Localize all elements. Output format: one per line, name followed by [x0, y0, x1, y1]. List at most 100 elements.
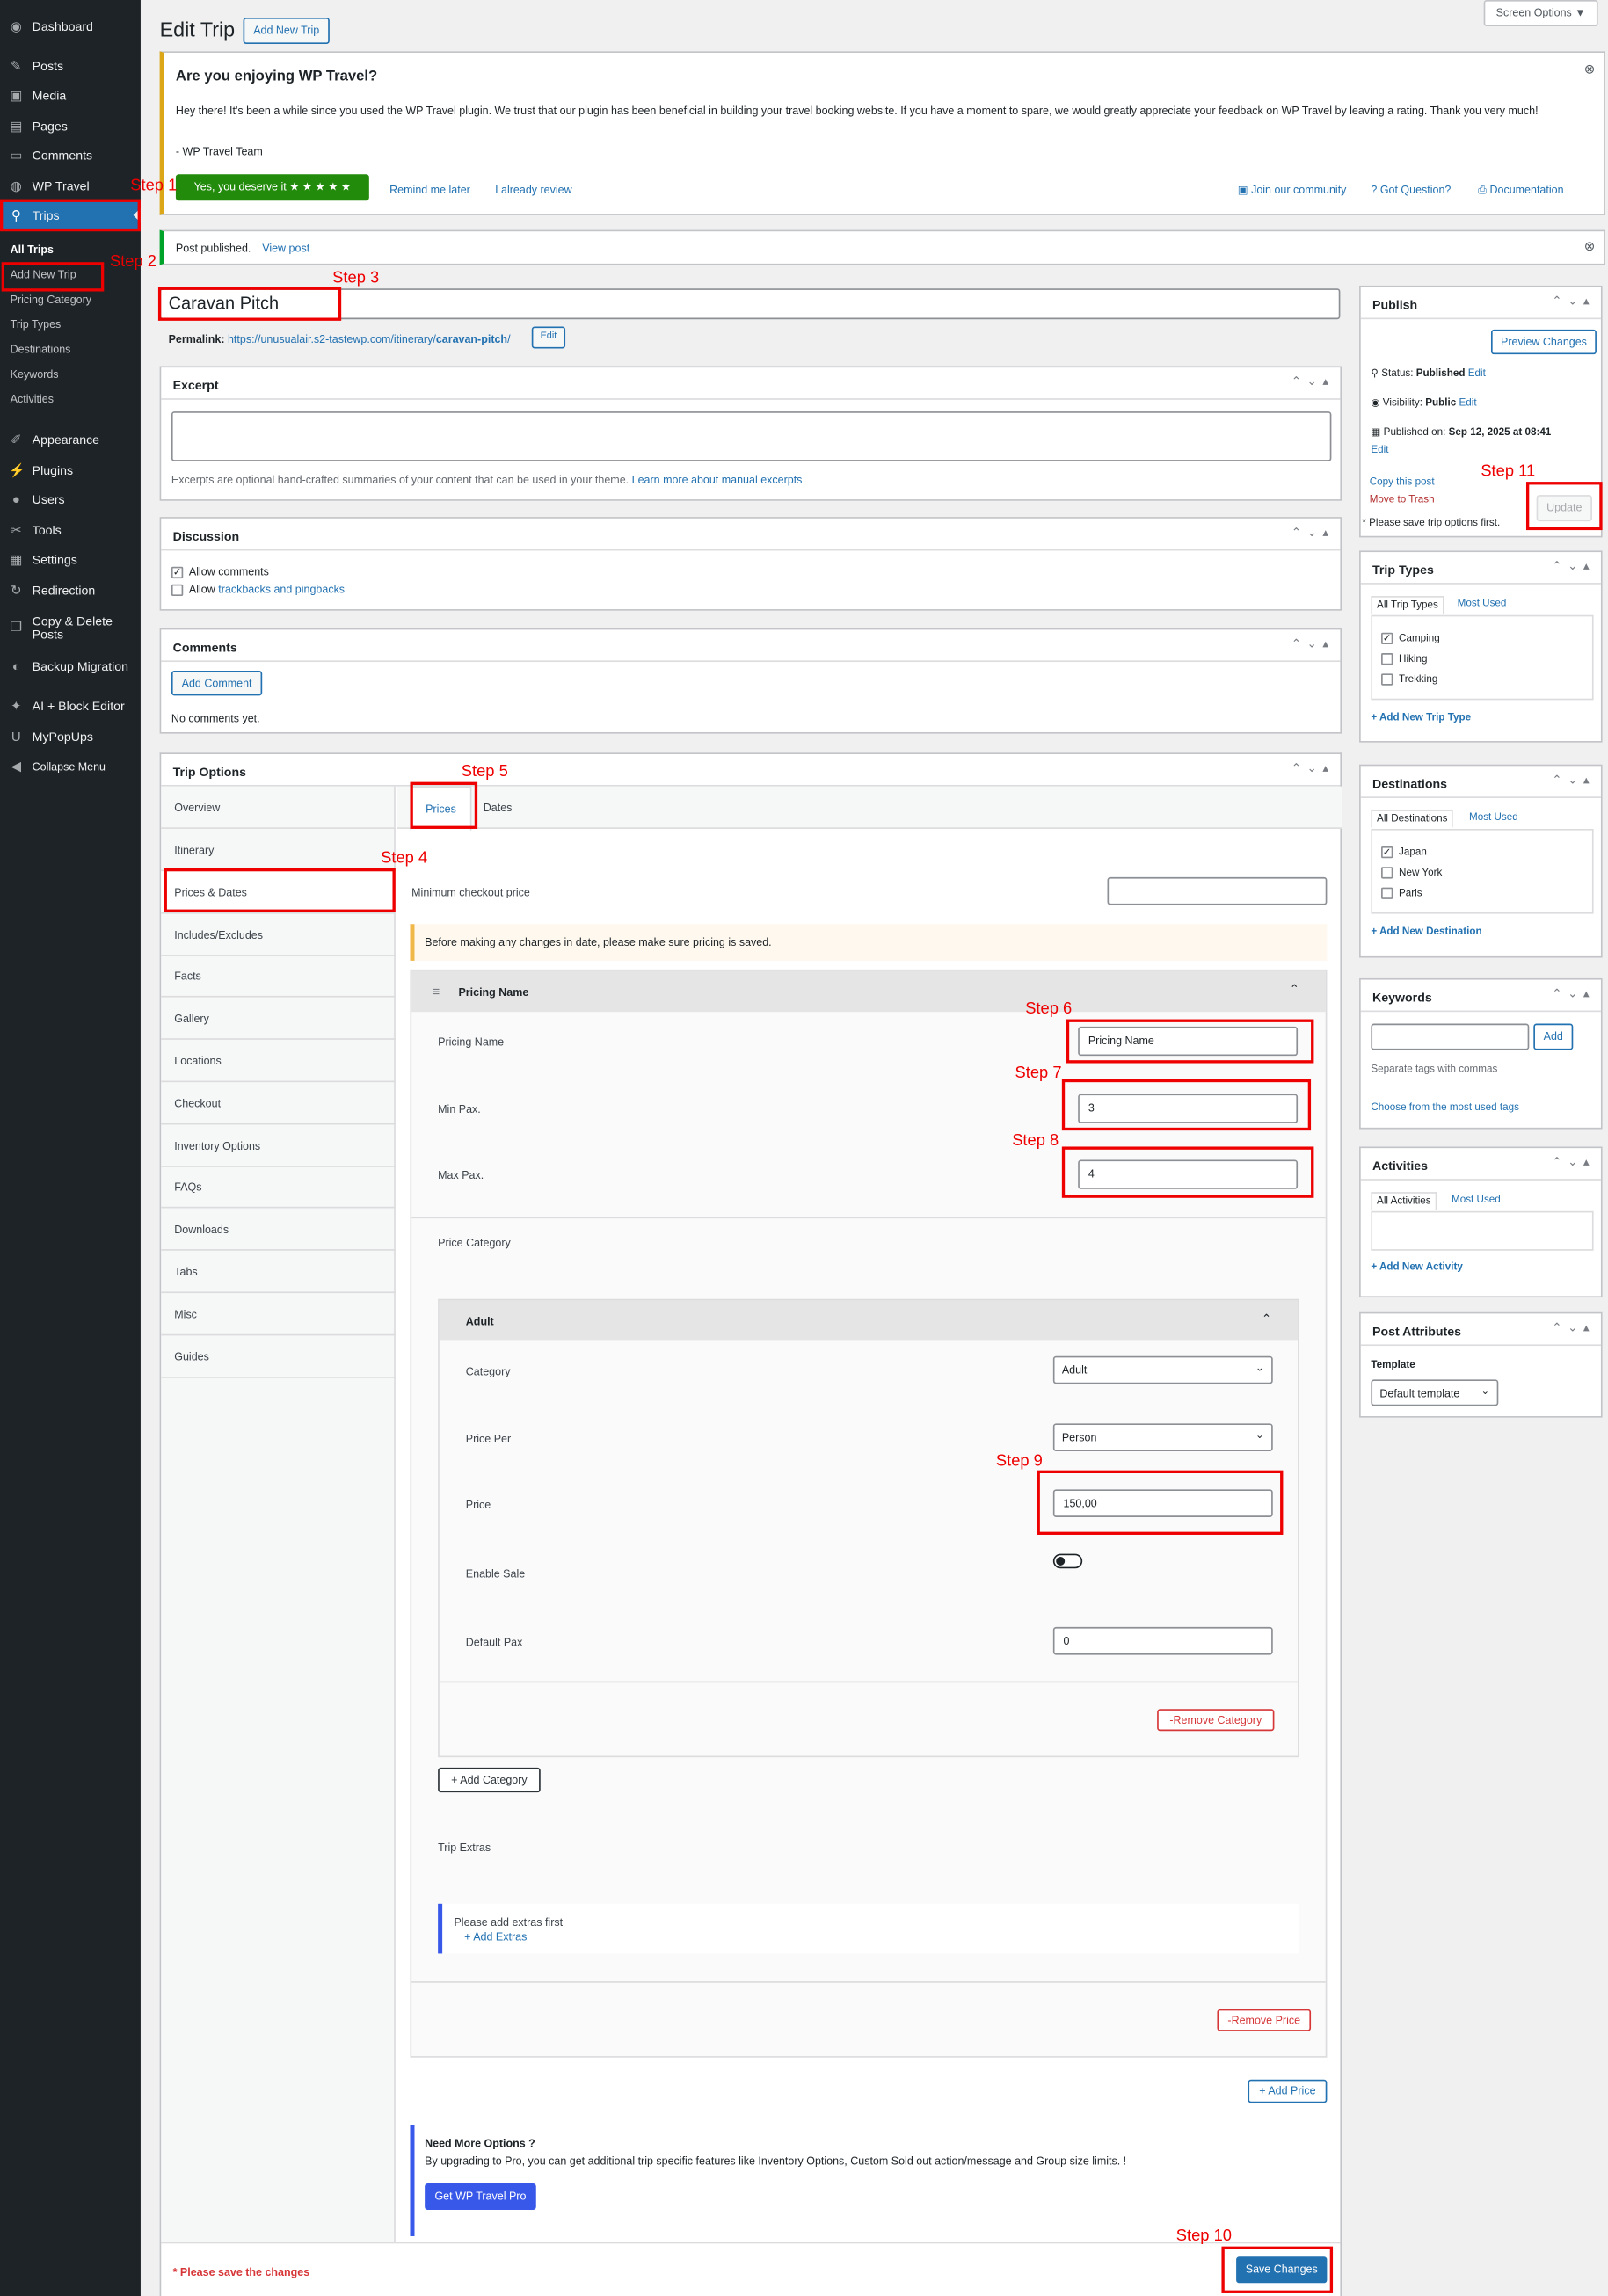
sidebar-item-users[interactable]: ● Users — [0, 484, 141, 513]
permalink-link[interactable]: https://unusualair.s2-tastewp.com/itiner… — [228, 332, 511, 345]
add-comment-button[interactable]: Add Comment — [171, 671, 263, 696]
tab-faqs[interactable]: FAQs — [161, 1166, 396, 1209]
sidebar-item-backup-migration[interactable]: ◐ Backup Migration — [0, 651, 141, 680]
add-keyword-button[interactable]: Add — [1533, 1023, 1574, 1050]
choose-most-used-link[interactable]: Choose from the most used tags — [1371, 1102, 1519, 1113]
close-icon[interactable]: ⊗ — [1584, 239, 1596, 255]
panel-controls-icon[interactable]: ⌃⌄▴ — [1291, 637, 1335, 650]
default-pax-input[interactable]: 0 — [1052, 1626, 1273, 1655]
tab-prices-dates[interactable]: Prices & Dates — [161, 871, 396, 914]
pricing-name-input[interactable]: Pricing Name — [1078, 1026, 1299, 1057]
tab-checkout[interactable]: Checkout — [161, 1082, 396, 1125]
tab-all-activities[interactable]: All Activities — [1371, 1192, 1437, 1210]
excerpt-textarea[interactable] — [171, 411, 1332, 461]
panel-controls-icon[interactable]: ⌃⌄▴ — [1552, 559, 1595, 572]
panel-controls-icon[interactable]: ⌃⌄▴ — [1552, 294, 1595, 308]
tab-most-used[interactable]: Most Used — [1458, 599, 1507, 609]
sidebar-item-copy-delete[interactable]: ❐ Copy & Delete Posts — [0, 607, 141, 649]
min-pax-input[interactable]: 3 — [1078, 1094, 1299, 1123]
price-input[interactable]: 150,00 — [1052, 1489, 1273, 1517]
view-post-link[interactable]: View post — [262, 242, 309, 255]
tab-downloads[interactable]: Downloads — [161, 1208, 396, 1251]
save-changes-button[interactable]: Save Changes — [1236, 2256, 1328, 2284]
allow-comments-checkbox[interactable]: ✓ Allow comments — [171, 565, 269, 579]
tab-facts[interactable]: Facts — [161, 955, 396, 998]
status-edit-link[interactable]: Edit — [1468, 369, 1486, 380]
learn-more-link[interactable]: Learn more about manual excerpts — [632, 473, 803, 486]
sidebar-sub-trip-types[interactable]: Trip Types — [0, 318, 141, 331]
join-community-link[interactable]: ▣ Join our community — [1238, 183, 1347, 196]
documentation-link[interactable]: ⎙ Documentation — [1478, 183, 1564, 198]
tab-guides[interactable]: Guides — [161, 1335, 396, 1378]
destination-japan[interactable]: ✓ Japan — [1381, 846, 1427, 859]
remove-category-button[interactable]: -Remove Category — [1157, 1709, 1275, 1732]
visibility-edit-link[interactable]: Edit — [1459, 398, 1476, 409]
chevron-up-icon[interactable]: ⌃ — [1262, 1312, 1271, 1326]
keywords-input[interactable] — [1371, 1023, 1530, 1050]
screen-options-button[interactable]: Screen Options ▼ — [1483, 0, 1598, 26]
enable-sale-toggle[interactable] — [1052, 1553, 1083, 1569]
sidebar-item-wp-travel[interactable]: ◍ WP Travel — [0, 171, 141, 200]
got-question-link[interactable]: ? Got Question? — [1371, 183, 1451, 196]
panel-controls-icon[interactable]: ⌃⌄▴ — [1291, 374, 1335, 388]
remove-price-button[interactable]: -Remove Price — [1217, 2009, 1312, 2031]
add-trip-type-link[interactable]: + Add New Trip Type — [1371, 713, 1471, 723]
sidebar-item-pages[interactable]: ▤ Pages — [0, 112, 141, 141]
subtab-dates[interactable]: Dates — [484, 801, 513, 814]
destination-paris[interactable]: Paris — [1381, 887, 1422, 899]
tab-locations[interactable]: Locations — [161, 1040, 396, 1083]
trackbacks-link[interactable]: trackbacks and pingbacks — [218, 583, 345, 596]
add-new-trip-button[interactable]: Add New Trip — [243, 17, 330, 44]
add-extras-link[interactable]: + Add Extras — [464, 1930, 527, 1944]
tab-most-used[interactable]: Most Used — [1452, 1195, 1501, 1205]
sidebar-item-redirection[interactable]: ↻ Redirection — [0, 576, 141, 605]
sidebar-item-tools[interactable]: ✂ Tools — [0, 515, 141, 544]
sidebar-sub-pricing-category[interactable]: Pricing Category — [0, 293, 141, 306]
sidebar-item-settings[interactable]: ▦ Settings — [0, 545, 141, 574]
update-button[interactable]: Update — [1536, 495, 1592, 522]
sidebar-item-trips[interactable]: ⚲ Trips — [0, 200, 141, 230]
category-header[interactable]: Adult — [439, 1300, 1299, 1341]
max-pax-input[interactable]: 4 — [1078, 1159, 1299, 1189]
tab-gallery[interactable]: Gallery — [161, 998, 396, 1040]
sidebar-item-appearance[interactable]: ✐ Appearance — [0, 425, 141, 454]
permalink-edit-button[interactable]: Edit — [531, 326, 566, 349]
trip-type-trekking[interactable]: Trekking — [1381, 673, 1437, 686]
remind-later-link[interactable]: Remind me later — [389, 183, 470, 196]
tab-all-trip-types[interactable]: All Trip Types — [1371, 596, 1444, 614]
trip-type-hiking[interactable]: Hiking — [1381, 653, 1427, 665]
already-review-link[interactable]: I already review — [495, 183, 572, 196]
sidebar-item-mypopups[interactable]: U MyPopUps — [0, 722, 141, 751]
template-select[interactable]: Default template ⌄ — [1371, 1379, 1499, 1406]
tab-most-used[interactable]: Most Used — [1469, 813, 1518, 824]
yes-deserve-button[interactable]: Yes, you deserve it ★ ★ ★ ★ ★ — [175, 174, 369, 201]
tab-overview[interactable]: Overview — [161, 787, 396, 829]
allow-trackbacks-checkbox[interactable]: Allow trackbacks and pingbacks — [171, 583, 345, 597]
tab-itinerary[interactable]: Itinerary — [161, 829, 396, 872]
panel-controls-icon[interactable]: ⌃⌄▴ — [1291, 761, 1335, 774]
destination-new-york[interactable]: New York — [1381, 867, 1442, 879]
close-icon[interactable]: ⊗ — [1584, 62, 1596, 77]
panel-controls-icon[interactable]: ⌃⌄▴ — [1552, 774, 1595, 787]
tab-all-destinations[interactable]: All Destinations — [1371, 810, 1454, 828]
copy-post-link[interactable]: Copy this post — [1370, 477, 1435, 488]
add-price-button[interactable]: + Add Price — [1248, 2079, 1328, 2103]
sidebar-item-plugins[interactable]: ⚡ Plugins — [0, 455, 141, 484]
add-category-button[interactable]: + Add Category — [438, 1767, 541, 1793]
sidebar-item-dashboard[interactable]: ◉ Dashboard — [0, 11, 141, 40]
price-per-select[interactable]: Person ⌄ — [1052, 1423, 1273, 1452]
add-destination-link[interactable]: + Add New Destination — [1371, 927, 1481, 938]
pricing-header[interactable]: Pricing Name — [411, 970, 1326, 1013]
sidebar-item-comments[interactable]: ▭ Comments — [0, 141, 141, 170]
sidebar-sub-keywords[interactable]: Keywords — [0, 367, 141, 381]
trip-title-input[interactable]: Caravan Pitch — [159, 288, 1341, 320]
preview-changes-button[interactable]: Preview Changes — [1490, 329, 1597, 355]
tab-inventory-options[interactable]: Inventory Options — [161, 1124, 396, 1167]
published-edit-link[interactable]: Edit — [1371, 445, 1388, 455]
subtab-prices[interactable]: Prices — [410, 786, 472, 831]
sidebar-item-posts[interactable]: ✎ Posts — [0, 51, 141, 80]
get-pro-button[interactable]: Get WP Travel Pro — [425, 2183, 536, 2210]
move-to-trash-link[interactable]: Move to Trash — [1370, 495, 1435, 505]
panel-controls-icon[interactable]: ⌃⌄▴ — [1291, 526, 1335, 539]
tab-misc[interactable]: Misc — [161, 1293, 396, 1336]
